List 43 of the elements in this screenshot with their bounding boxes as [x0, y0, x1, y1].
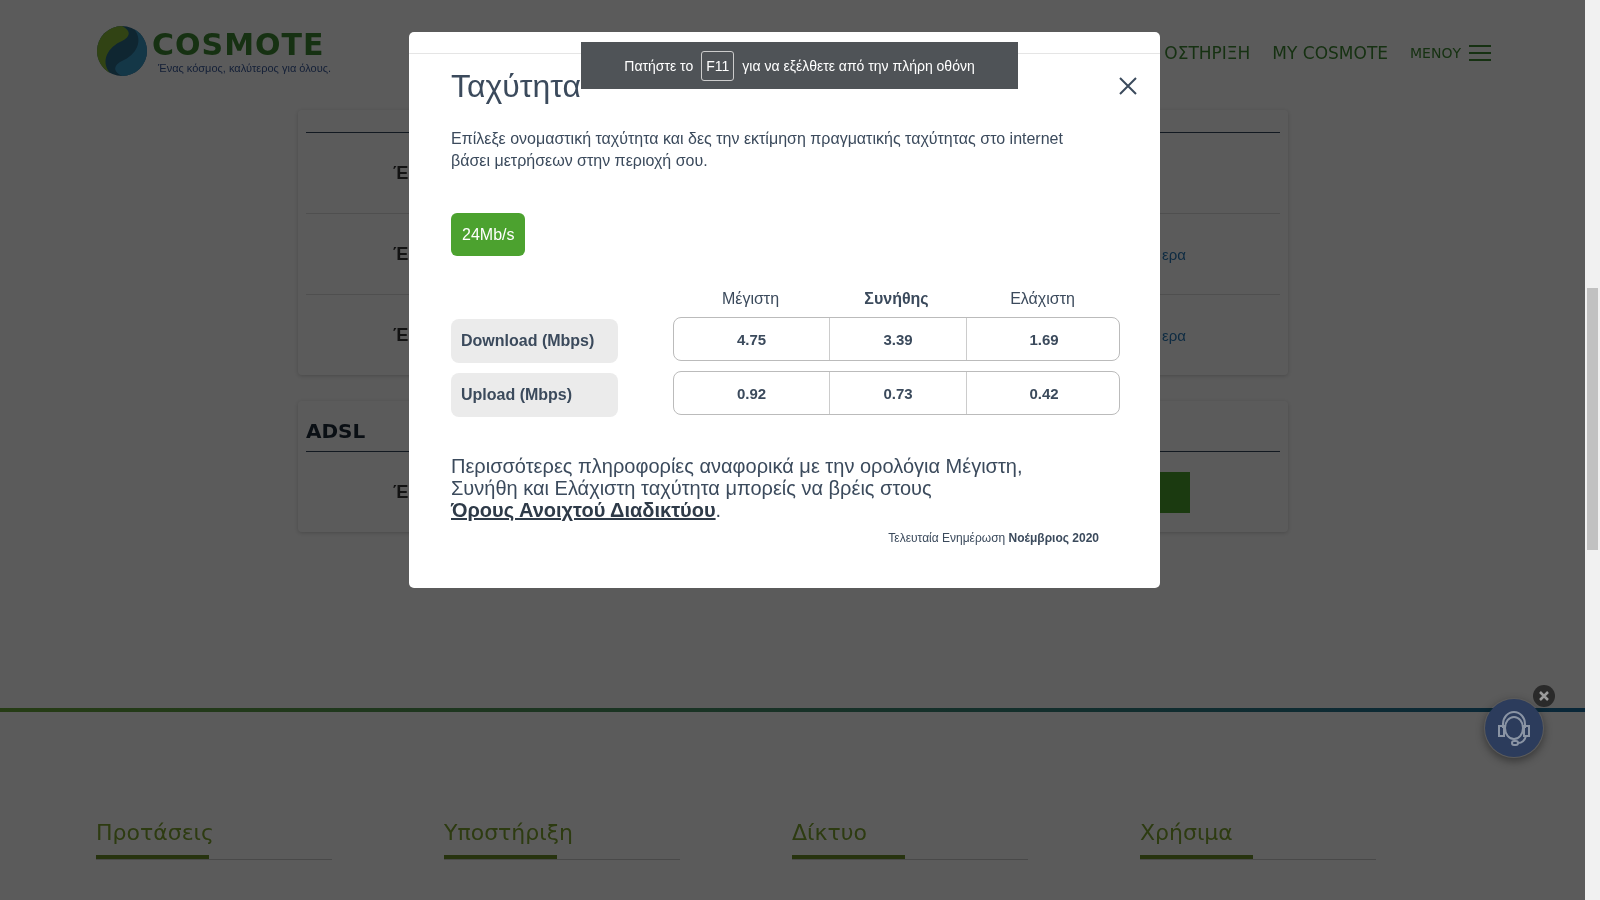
- toast-text: για να εξέλθετε από την πλήρη οθόνη: [742, 57, 975, 74]
- scrollbar-thumb[interactable]: [1587, 288, 1598, 550]
- logo-tagline: Ένας κόσμος, καλύτερος για όλους.: [157, 62, 332, 74]
- last-update-text: Τελευταία Ενημέρωση Νοέμβριος 2020: [888, 531, 1099, 545]
- menu-button[interactable]: ΜΕΝΟΥ: [1410, 44, 1491, 62]
- close-icon[interactable]: [1119, 77, 1137, 95]
- more-link[interactable]: ερα: [1162, 245, 1186, 263]
- terms-link[interactable]: Όρους Ανοιχτού Διαδικτύου: [451, 499, 716, 521]
- footer-heading: Δίκτυο: [792, 820, 868, 845]
- info-paragraph: Περισσότερες πληροφορίες αναφορικά με την ορολόγια Μέγιστη, Συνήθη και Ελάχιστη ταχύτητα μπορείς να βρέις στους Όρους Ανοιχτού Διαδικτύου.: [451, 455, 1024, 521]
- row-label: Upload (Mbps): [451, 373, 618, 417]
- toast-text: Πατήστε το: [624, 57, 694, 74]
- nav-link[interactable]: MY COSMOTE: [1272, 43, 1389, 63]
- table-cell: 1.69: [966, 318, 1121, 360]
- table-cell: 3.39: [829, 318, 966, 360]
- menu-icon: [1469, 44, 1491, 62]
- row-label: Έ: [393, 162, 409, 184]
- footer-heading: Υποστήριξη: [444, 820, 574, 845]
- row-label: Download (Mbps): [451, 319, 618, 363]
- table-cell-text: 4.75: [735, 329, 768, 350]
- logo-icon: [96, 25, 148, 77]
- column-header: Μέγιστη: [720, 289, 781, 309]
- description-text: Επίλεξε ονομαστική ταχύτητα και δες την εκτίμηση πραγματικής ταχύτητας στο internet βάσει μετρήσεων στην περιοχή σου.: [451, 129, 1064, 171]
- column-header: Συνήθης: [863, 289, 930, 309]
- scrollbar[interactable]: [1585, 0, 1600, 900]
- column-header: Ελάχιστη: [1009, 289, 1076, 309]
- row-label: Έ: [393, 243, 409, 265]
- speed-button[interactable]: 24Mb/s: [451, 213, 526, 256]
- footer-heading: Χρήσιμα: [1140, 820, 1234, 845]
- table-cell-text: 0.92: [735, 383, 768, 404]
- modal-title: Ταχύτητα: [451, 67, 581, 106]
- section-title: ADSL: [306, 418, 367, 445]
- nav-link[interactable]: ΟΣΤΗΡΙΞΗ: [1164, 43, 1251, 63]
- more-link[interactable]: ερα: [1162, 326, 1186, 344]
- row-label: Έ: [393, 324, 409, 346]
- key-label: F11: [701, 50, 735, 81]
- close-icon[interactable]: [1533, 685, 1555, 707]
- logo-wordmark: COSMOTE: [152, 28, 326, 62]
- table-cell: 0.42: [966, 372, 1121, 414]
- table-cell: 0.73: [829, 372, 966, 414]
- row-label: Έ: [393, 481, 409, 503]
- headset-icon[interactable]: [1484, 698, 1544, 758]
- footer-heading: Προτάσεις: [96, 820, 215, 845]
